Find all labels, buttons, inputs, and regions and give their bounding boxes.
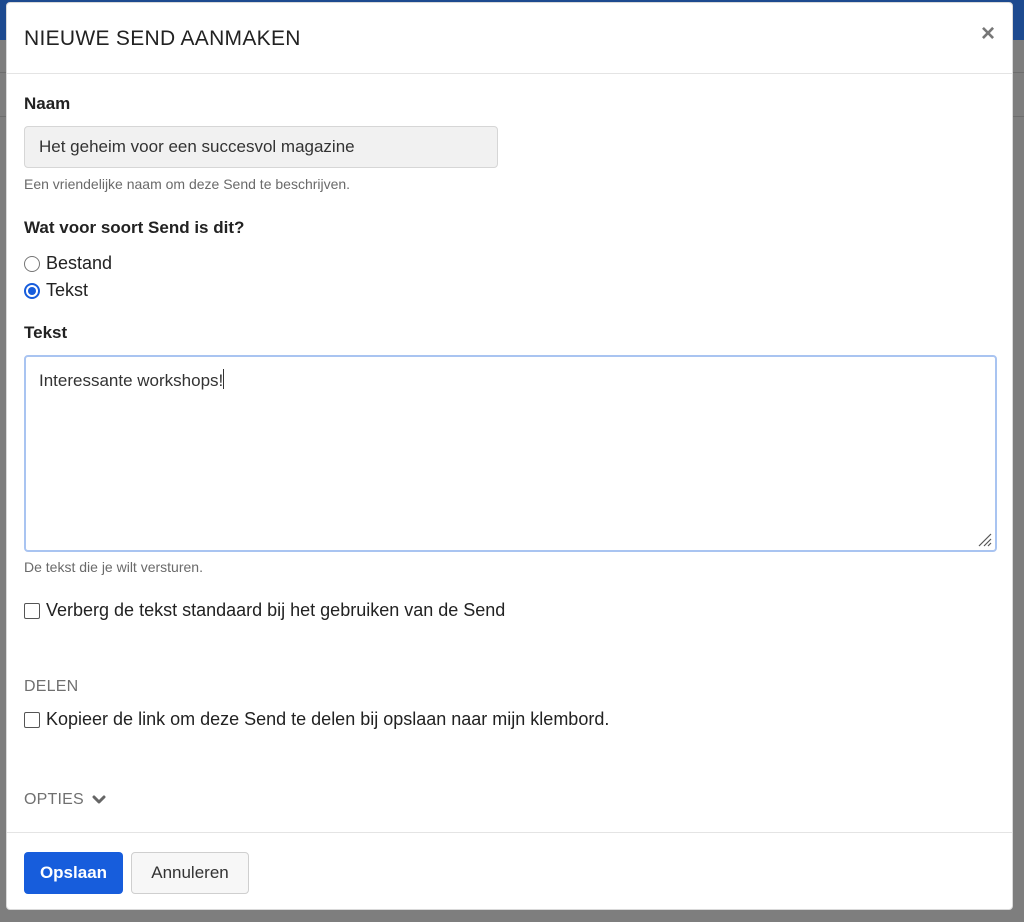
chevron-down-icon	[92, 795, 106, 804]
share-heading: DELEN	[24, 678, 79, 695]
radio-text-label: Tekst	[46, 280, 89, 300]
radio-option-text[interactable]: Tekst	[24, 280, 88, 301]
text-help: De tekst die je wilt versturen.	[24, 559, 203, 575]
dialog-footer: Opslaan Annuleren	[7, 832, 1012, 910]
new-send-dialog: NIEUWE SEND AANMAKEN × Naam Een vriendel…	[6, 2, 1013, 910]
radio-file[interactable]	[24, 255, 40, 272]
cancel-button[interactable]: Annuleren	[131, 852, 249, 894]
copy-link-checkbox[interactable]	[24, 711, 40, 728]
dialog-title: NIEUWE SEND AANMAKEN	[24, 27, 301, 50]
save-button[interactable]: Opslaan	[24, 852, 123, 894]
radio-option-file[interactable]: Bestand	[24, 253, 112, 274]
text-label: Tekst	[24, 323, 68, 342]
copy-link-label: Kopieer de link om deze Send te delen bi…	[46, 709, 610, 729]
hide-text-option[interactable]: Verberg de tekst standaard bij het gebru…	[24, 600, 505, 621]
name-help: Een vriendelijke naam om deze Send te be…	[24, 176, 351, 192]
close-icon[interactable]: ×	[981, 22, 995, 46]
name-input[interactable]	[24, 126, 498, 168]
radio-file-label: Bestand	[46, 253, 113, 273]
send-type-label: Wat voor soort Send is dit?	[24, 218, 245, 237]
name-label: Naam	[24, 94, 71, 113]
text-caret	[223, 369, 225, 389]
resize-handle-icon[interactable]	[976, 531, 992, 547]
options-heading: OPTIES	[24, 791, 84, 808]
hide-text-checkbox[interactable]	[24, 602, 40, 619]
text-value: Interessante workshops!	[39, 371, 224, 390]
dialog-header: NIEUWE SEND AANMAKEN ×	[7, 3, 1012, 74]
radio-text[interactable]	[24, 282, 40, 299]
text-textarea[interactable]: Interessante workshops!	[24, 355, 997, 552]
copy-link-option[interactable]: Kopieer de link om deze Send te delen bi…	[24, 709, 609, 730]
options-toggle[interactable]: OPTIES	[24, 791, 106, 809]
hide-text-label: Verberg de tekst standaard bij het gebru…	[46, 600, 506, 620]
